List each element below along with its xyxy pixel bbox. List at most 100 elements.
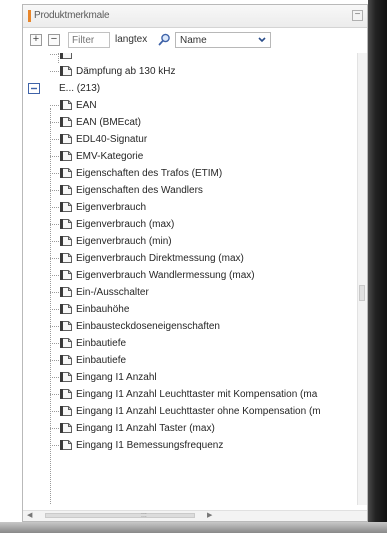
tree-item[interactable]: EMV-Kategorie xyxy=(23,148,359,165)
tree-item-label: Eigenverbrauch (min) xyxy=(76,236,172,247)
filter-input[interactable] xyxy=(68,32,110,48)
feature-tree: Dämpfung ab 130 kHz E... (213) EAN EAN (B… xyxy=(23,53,359,505)
tree-item-label: EDL40-Signatur xyxy=(76,134,148,145)
tree-item[interactable]: Eigenschaften des Trafos (ETIM) xyxy=(23,165,359,182)
tree-item[interactable]: Eingang I1 Anzahl Leuchttaster mit Kompe… xyxy=(23,386,359,403)
document-icon xyxy=(60,355,72,365)
tree-item[interactable]: Eingang I1 Anzahl Leuchttaster ohne Komp… xyxy=(23,403,359,420)
tree-item[interactable]: EAN (BMEcat) xyxy=(23,114,359,131)
tree-item-label: Eigenverbrauch (max) xyxy=(76,219,175,230)
document-icon xyxy=(60,185,72,195)
panel-title: Produktmerkmale xyxy=(34,10,110,21)
tree-item[interactable]: Eingang I1 Anzahl Taster (max) xyxy=(23,420,359,437)
tree-connector xyxy=(50,105,59,106)
document-icon xyxy=(60,287,72,297)
expand-all-button[interactable]: + xyxy=(30,34,42,46)
tree-item[interactable]: Eigenverbrauch Direktmessung (max) xyxy=(23,250,359,267)
tree-item[interactable]: Eingang I1 Bemessungsfrequenz xyxy=(23,437,359,454)
tree-item-label: Eigenschaften des Trafos (ETIM) xyxy=(76,168,223,179)
tree-item[interactable]: Eigenschaften des Wandlers xyxy=(23,182,359,199)
tree-item[interactable]: Eigenverbrauch (min) xyxy=(23,233,359,250)
horizontal-scroll-thumb[interactable]: ::: xyxy=(45,512,195,519)
search-button[interactable] xyxy=(157,32,172,48)
tree-item[interactable]: Ein-/Ausschalter xyxy=(23,284,359,301)
document-icon xyxy=(60,202,72,212)
tree-item[interactable]: Einbausteckdoseneigenschaften xyxy=(23,318,359,335)
tree-connector xyxy=(50,292,59,293)
tree-item-label: Eingang I1 Anzahl Leuchttaster mit Kompe… xyxy=(76,389,318,400)
title-accent-bar xyxy=(28,10,31,22)
tree-item-label: Eingang I1 Anzahl xyxy=(76,372,157,383)
tree-item-label: Einbausteckdoseneigenschaften xyxy=(76,321,220,332)
document-icon xyxy=(60,372,72,382)
sort-select[interactable]: Name xyxy=(175,32,271,48)
document-icon xyxy=(60,117,72,127)
horizontal-scrollbar[interactable]: ◀ ::: ▶ xyxy=(23,510,367,521)
document-icon xyxy=(60,168,72,178)
tree-group-label: E... (213) xyxy=(59,83,101,94)
tree-connector xyxy=(50,241,59,242)
document-icon xyxy=(60,100,72,110)
tree-collapse-icon[interactable] xyxy=(28,83,40,94)
tree-item-label: Eigenverbrauch Direktmessung (max) xyxy=(76,253,244,264)
tree-item-label: Ein-/Ausschalter xyxy=(76,287,149,298)
panel-toolbar: + − langtex Name xyxy=(23,32,367,52)
tree-item-partial[interactable] xyxy=(23,53,359,63)
tree-connector xyxy=(50,343,59,344)
document-icon xyxy=(60,389,72,399)
document-icon xyxy=(60,134,72,144)
tree-connector xyxy=(50,122,59,123)
tree-connector xyxy=(50,139,59,140)
tree-item[interactable]: Einbautiefe xyxy=(23,335,359,352)
tree-connector xyxy=(50,71,59,72)
sort-select-value: Name xyxy=(180,35,207,46)
language-field[interactable]: langtex xyxy=(113,32,155,48)
document-icon xyxy=(60,321,72,331)
tree-connector xyxy=(50,190,59,191)
scroll-left-icon[interactable]: ◀ xyxy=(27,511,32,519)
tree-item[interactable]: Eigenverbrauch (max) xyxy=(23,216,359,233)
tree-connector xyxy=(50,207,59,208)
document-icon xyxy=(60,304,72,314)
tree-item-label: EAN (BMEcat) xyxy=(76,117,142,128)
tree-connector xyxy=(50,156,59,157)
tree-item-label: Einbautiefe xyxy=(76,355,127,366)
tree-connector xyxy=(50,411,59,412)
document-icon xyxy=(60,151,72,161)
tree-connector xyxy=(50,275,59,276)
vertical-scrollbar[interactable] xyxy=(357,53,367,505)
tree-connector xyxy=(50,445,59,446)
document-icon xyxy=(60,440,72,450)
tree-item-label: Eigenverbrauch Wandlermessung (max) xyxy=(76,270,255,281)
tree-connector xyxy=(50,309,59,310)
collapse-all-button[interactable]: − xyxy=(48,34,60,46)
tree-connector xyxy=(50,173,59,174)
tree-connector xyxy=(50,360,59,361)
tree-group-row[interactable]: E... (213) xyxy=(23,80,359,97)
panel-collapse-button[interactable]: − xyxy=(352,10,363,21)
document-icon xyxy=(60,236,72,246)
tree-item-label: Einbauhöhe xyxy=(76,304,130,315)
tree-item[interactable]: Einbautiefe xyxy=(23,352,359,369)
product-features-panel: Produktmerkmale − + − langtex Name xyxy=(22,4,368,522)
tree-item[interactable]: EDL40-Signatur xyxy=(23,131,359,148)
document-icon xyxy=(60,406,72,416)
tree-item[interactable]: Dämpfung ab 130 kHz xyxy=(23,63,359,80)
tree-item[interactable]: Eingang I1 Anzahl xyxy=(23,369,359,386)
tree-item-label: Eingang I1 Bemessungsfrequenz xyxy=(76,440,224,451)
tree-item[interactable]: EAN xyxy=(23,97,359,114)
tree-connector xyxy=(50,326,59,327)
tree-item-label: EMV-Kategorie xyxy=(76,151,144,162)
tree-item[interactable]: Eigenverbrauch Wandlermessung (max) xyxy=(23,267,359,284)
tree-item-label: Einbautiefe xyxy=(76,338,127,349)
scroll-right-icon[interactable]: ▶ xyxy=(207,511,212,519)
tree-connector xyxy=(50,428,59,429)
tree-item-label: EAN xyxy=(76,100,97,111)
tree-connector xyxy=(50,394,59,395)
vertical-scroll-thumb[interactable] xyxy=(359,285,365,301)
tree-item[interactable]: Eigenverbrauch xyxy=(23,199,359,216)
tree-item[interactable]: Einbauhöhe xyxy=(23,301,359,318)
tree-connector xyxy=(50,224,59,225)
tree-item-label: Eigenverbrauch xyxy=(76,202,147,213)
tree-connector xyxy=(50,54,59,55)
